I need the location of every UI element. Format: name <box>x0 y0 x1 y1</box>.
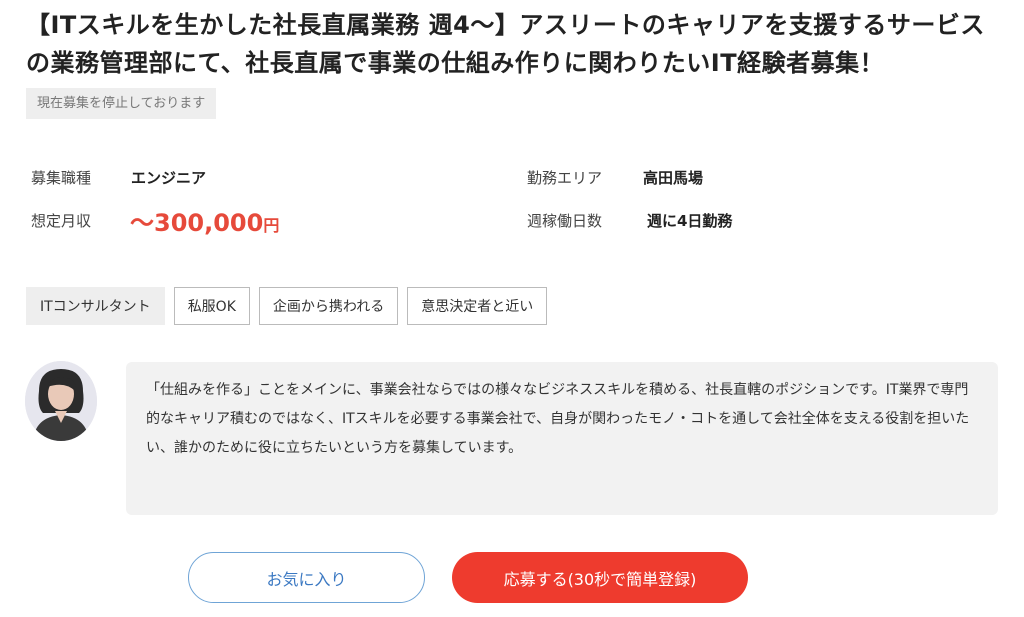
favorite-button[interactable]: お気に入り <box>188 552 425 603</box>
occupation-value: エンジニア <box>131 169 207 187</box>
salary-unit: 円 <box>263 216 280 235</box>
recruiter-message: 「仕組みを作る」ことをメインに、事業会社ならではの様々なビジネススキルを積める、… <box>126 362 998 515</box>
tag-decision-maker: 意思決定者と近い <box>407 287 548 325</box>
area-value: 高田馬場 <box>643 169 704 187</box>
avatar <box>25 361 97 441</box>
feature-tags: ITコンサルタント 私服OK 企画から携われる 意思決定者と近い <box>26 287 548 325</box>
area-label: 勤務エリア <box>527 169 603 187</box>
salary-amount: 〜300,000 <box>130 209 264 237</box>
days-value: 週に4日勤務 <box>647 212 733 230</box>
salary-label: 想定月収 <box>31 212 92 230</box>
job-title: 【ITスキルを生かした社長直属業務 週4〜】アスリートのキャリアを支援するサービ… <box>26 11 985 77</box>
salary-value: 〜300,000円 <box>130 203 279 238</box>
tag-it-consultant: ITコンサルタント <box>26 287 165 325</box>
apply-button[interactable]: 応募する(30秒で簡単登録) <box>452 552 748 603</box>
days-label: 週稼働日数 <box>527 212 603 230</box>
status-badge: 現在募集を停止しております <box>26 88 217 119</box>
occupation-label: 募集職種 <box>31 169 92 187</box>
person-photo-icon <box>25 361 97 441</box>
tag-planning: 企画から携われる <box>258 287 399 325</box>
tag-casual-dress: 私服OK <box>173 287 250 325</box>
